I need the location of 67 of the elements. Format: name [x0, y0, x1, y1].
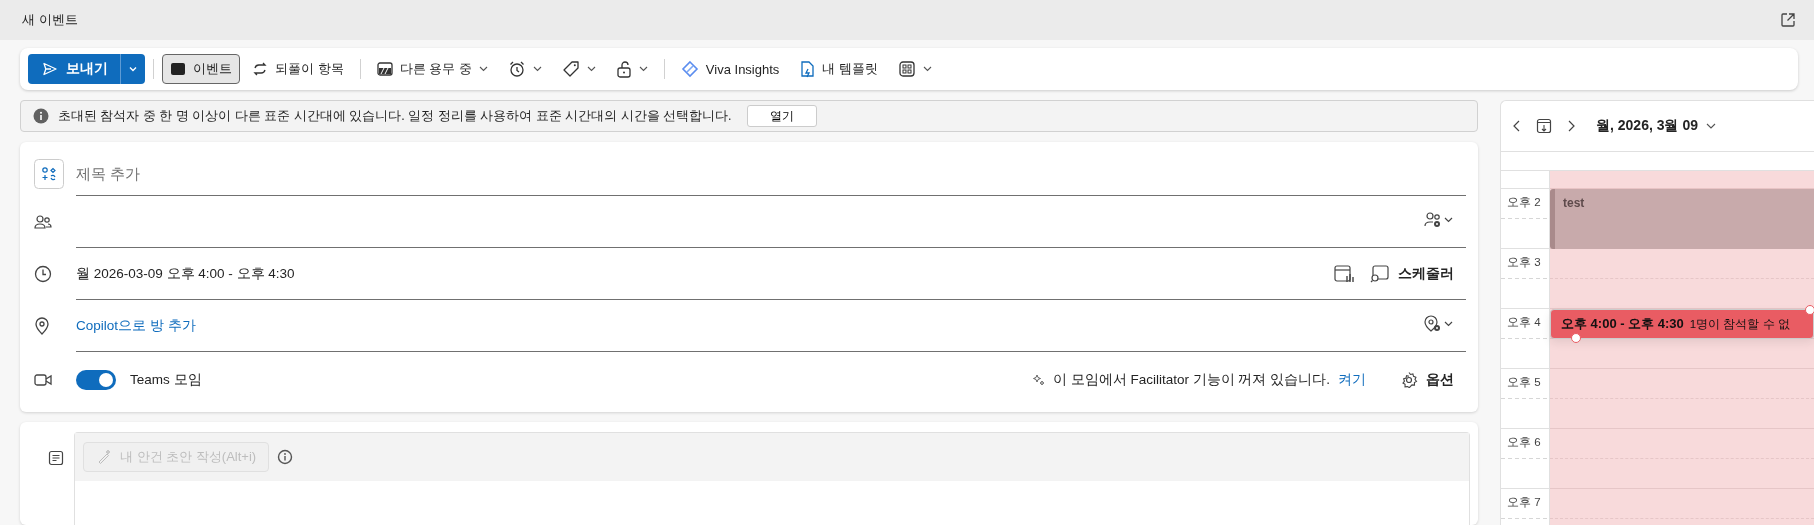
add-room-link[interactable]: Copilot으로 방 추가 [76, 316, 196, 335]
hour-label: 오후 2 [1507, 196, 1541, 208]
settings-icon [1400, 371, 1418, 389]
recurrence-button[interactable]: 되풀이 항목 [244, 54, 352, 84]
send-icon [42, 61, 58, 77]
show-as-dropdown[interactable]: 다른 용무 중 [368, 54, 496, 84]
title-field[interactable]: 제목 추가 [76, 152, 1466, 196]
teams-toggle[interactable] [76, 370, 116, 390]
hour-label: 오후 6 [1507, 436, 1541, 448]
pen-sparkle-icon [96, 449, 112, 465]
apps-grid-icon [897, 60, 916, 78]
event-conflict-note: 1명이 참석할 수 없 [1689, 316, 1790, 332]
chevron-down-icon [586, 66, 596, 72]
date-time-value: 월 2026-03-09 오후 4:00 - 오후 4:30 [76, 264, 295, 283]
hour-label: 오후 3 [1507, 256, 1541, 268]
facilitator-message: 이 모임에서 Facilitator 기능이 꺼져 있습니다. [1052, 371, 1330, 389]
pop-out-icon[interactable] [1780, 12, 1796, 28]
event-time: 오후 4:00 - 오후 4:30 [1561, 315, 1684, 333]
people-icon [34, 214, 52, 230]
send-split-button[interactable]: 보내기 [28, 54, 145, 84]
chevron-down-icon [532, 66, 542, 72]
hour-label: 오후 4 [1507, 316, 1541, 328]
hour-label: 오후 7 [1507, 496, 1541, 508]
document-bolt-icon [799, 60, 816, 78]
calendar-event[interactable]: test [1550, 189, 1814, 249]
info-icon[interactable] [277, 449, 294, 465]
options-button[interactable]: 옵션 [1400, 371, 1454, 389]
scheduler-button[interactable]: 스케줄러 [1370, 264, 1454, 283]
info-icon [33, 108, 49, 124]
viva-insights-button[interactable]: Viva Insights [672, 54, 788, 84]
unlocked-padlock-icon [615, 60, 632, 78]
chevron-down-icon [478, 66, 488, 72]
info-message: 초대된 참석자 중 한 명 이상이 다른 표준 시간대에 있습니다. 일정 정리를 사용하여 표준 시간대의 시간을 선택합니다. [58, 107, 732, 125]
chevron-down-icon [922, 66, 932, 72]
location-pin-icon [34, 317, 50, 335]
calendar-block-icon [170, 62, 186, 76]
striped-calendar-icon [376, 62, 393, 76]
location-settings-icon[interactable] [1424, 314, 1454, 333]
resize-handle[interactable] [1805, 305, 1814, 315]
my-templates-button[interactable]: 내 템플릿 [791, 54, 886, 84]
calendar-search-icon [1370, 264, 1390, 283]
people-settings-icon[interactable] [1424, 210, 1454, 229]
alarm-clock-icon [507, 60, 526, 78]
resize-handle[interactable] [1571, 333, 1581, 343]
video-camera-icon [34, 373, 52, 387]
clock-icon [34, 265, 52, 283]
category-icon[interactable] [34, 159, 64, 189]
open-button[interactable]: 열기 [746, 105, 817, 127]
tag-icon [561, 60, 580, 78]
location-field[interactable]: Copilot으로 방 추가 [76, 300, 1466, 352]
teams-meeting-label: Teams 모임 [130, 371, 202, 389]
event-title: test [1563, 196, 1585, 210]
chevron-down-icon [638, 66, 648, 72]
event-toggle-button[interactable]: 이벤트 [162, 54, 240, 84]
turn-on-link[interactable]: 켜기 [1338, 371, 1366, 389]
date-picker-button[interactable]: 월, 2026, 3월 09 [1590, 117, 1716, 135]
calendar-chart-icon[interactable] [1334, 264, 1354, 283]
notes-icon [48, 450, 64, 466]
window-title: 새 이벤트 [22, 11, 79, 29]
date-time-field[interactable]: 월 2026-03-09 오후 4:00 - 오후 4:30 스케줄러 [76, 248, 1466, 300]
diamond-icon [680, 60, 699, 78]
chevron-down-icon [1705, 123, 1716, 129]
hour-label: 오후 5 [1507, 376, 1541, 388]
chevron-down-icon [128, 64, 138, 74]
repeat-icon [252, 61, 268, 77]
sparkle-icon [1032, 374, 1045, 386]
today-icon[interactable] [1536, 118, 1552, 134]
